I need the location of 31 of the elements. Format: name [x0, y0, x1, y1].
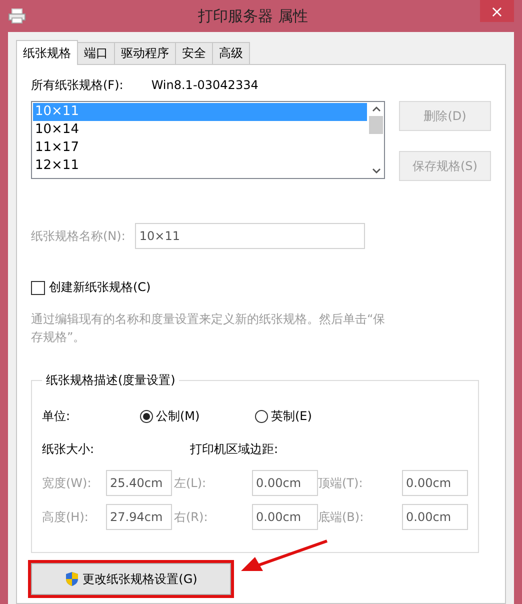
field-label: 宽度(W): [42, 474, 92, 492]
server-name: Win8.1-03042334 [151, 78, 258, 92]
shield-icon [64, 571, 79, 587]
tab[interactable]: 端口 [77, 42, 115, 64]
field-label: 左(L): [174, 474, 208, 492]
field-label: 纸张规格名称(N): [31, 228, 126, 244]
section-label: 纸张大小: [42, 441, 96, 458]
scrollbar-thumb[interactable] [369, 116, 383, 134]
field-label: 顶端(T): [318, 474, 364, 492]
group-title: 纸张规格描述(度量设置) [45, 372, 176, 389]
window-title: 打印服务器 属性 [197, 6, 309, 26]
units-label: 单位: [42, 408, 72, 424]
field-label: 底端(B): [318, 508, 365, 526]
tab[interactable]: 驱动程序 [114, 42, 176, 64]
close-button[interactable]: × [480, 0, 514, 22]
tab[interactable]: 纸张规格 [16, 40, 78, 65]
tab[interactable]: 安全 [175, 42, 213, 64]
field-label: 所有纸张规格(F): [31, 76, 124, 94]
printer-icon [8, 8, 26, 24]
field-label: 高度(H): [42, 508, 90, 526]
description-text: 通过编辑现有的名称和度量设置来定义新的纸张规格。然后单击“保存规格”。 [31, 311, 386, 346]
list-item[interactable]: 10×14 [33, 121, 367, 139]
tab[interactable]: 高级 [212, 42, 250, 64]
checkbox[interactable] [31, 280, 45, 294]
section-label: 打印机区域边距: [190, 441, 278, 458]
change-settings-button[interactable]: 更改纸张规格设置(G) [31, 563, 231, 595]
list-item[interactable]: 12×11 [33, 157, 367, 175]
field-label: 右(R): [174, 508, 209, 526]
forms-list[interactable]: 10×11 10×14 11×17 12×11 [31, 101, 385, 179]
list-item[interactable]: 11×17 [33, 139, 367, 157]
checkbox-label[interactable]: 创建新纸张规格(C) [49, 279, 151, 296]
